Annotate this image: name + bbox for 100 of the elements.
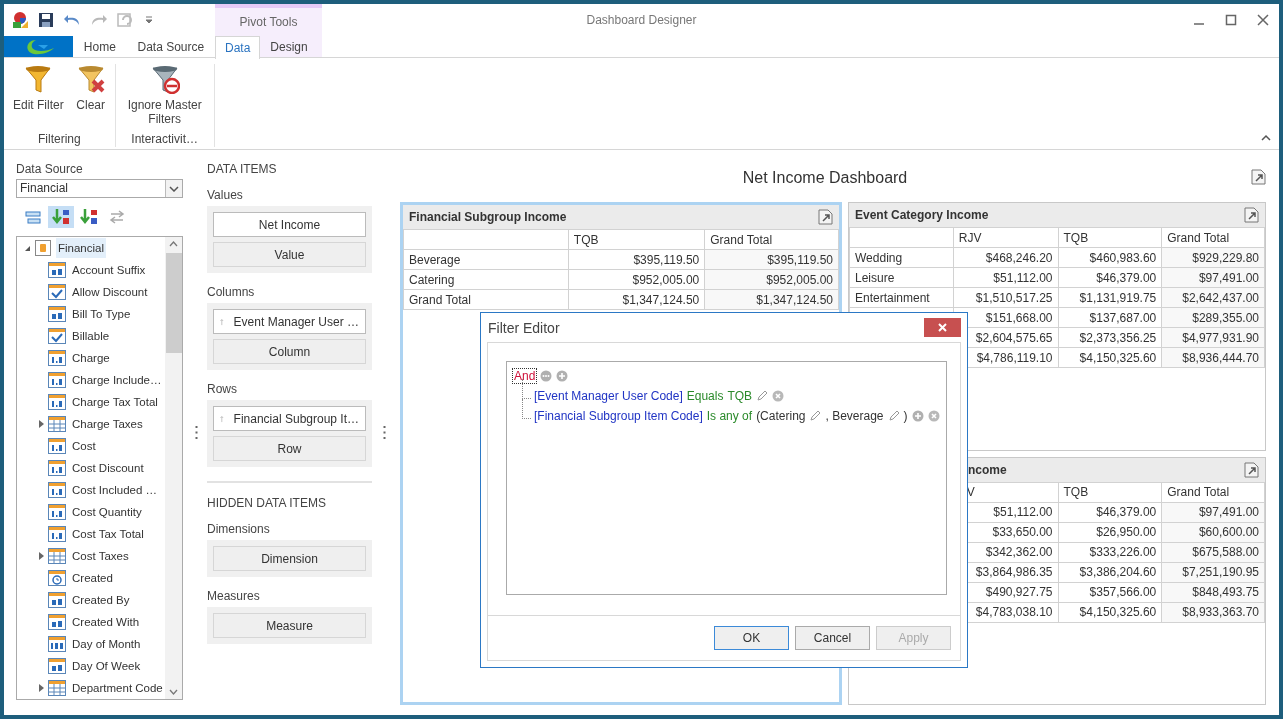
operator-link[interactable]: Is any of bbox=[706, 409, 753, 423]
pencil-icon[interactable] bbox=[809, 410, 822, 422]
tree-item[interactable]: Cost Taxes bbox=[70, 546, 131, 566]
table-cell: $26,950.00 bbox=[1058, 522, 1162, 542]
pencil-icon[interactable] bbox=[887, 410, 900, 422]
close-icon[interactable] bbox=[1257, 14, 1269, 26]
tree-item[interactable]: Created bbox=[70, 568, 115, 588]
tree-item[interactable]: Bill To Type bbox=[70, 304, 133, 324]
export-icon[interactable] bbox=[1243, 461, 1259, 478]
data-item[interactable]: Event Manager User … bbox=[213, 309, 366, 334]
maximize-icon[interactable] bbox=[1225, 14, 1237, 26]
tree-item[interactable]: Charge Taxes bbox=[70, 414, 145, 434]
table-cell: $51,112.00 bbox=[953, 267, 1059, 288]
ribbon-button[interactable]: Edit Filter bbox=[8, 64, 69, 131]
funnel-icon bbox=[23, 64, 54, 94]
funnel-block-icon bbox=[149, 64, 180, 94]
scroll-thumb[interactable] bbox=[165, 253, 182, 353]
table-icon bbox=[48, 416, 66, 432]
data-item[interactable]: Financial Subgroup It… bbox=[213, 406, 366, 431]
scrollbar[interactable] bbox=[165, 237, 182, 699]
collapsed-arrow-icon[interactable] bbox=[38, 552, 44, 560]
number-field-icon bbox=[48, 350, 66, 366]
tree-item[interactable]: Department Code bbox=[70, 678, 165, 698]
tree-item[interactable]: Day of Month bbox=[70, 634, 143, 654]
value-text[interactable]: , Beverage bbox=[825, 409, 884, 423]
placeholder-slot[interactable]: Measure bbox=[213, 613, 366, 638]
dialog-button[interactable]: Cancel bbox=[795, 626, 870, 650]
data-source-dropdown[interactable]: Financial bbox=[16, 179, 183, 198]
group-caption: Interactivit… bbox=[130, 131, 200, 147]
table-cell: $1,347,124.50 bbox=[568, 289, 705, 310]
save-icon[interactable] bbox=[38, 12, 54, 28]
swap-icon bbox=[108, 209, 126, 225]
operator-link[interactable]: Equals bbox=[686, 389, 724, 403]
ribbon-tab[interactable]: Data bbox=[215, 36, 261, 59]
pencil-icon[interactable] bbox=[756, 390, 769, 402]
dialog-button: Apply bbox=[876, 626, 951, 650]
section-heading: HIDDEN DATA ITEMS bbox=[207, 496, 327, 510]
group-caption: Filtering bbox=[37, 131, 82, 147]
tree-item[interactable]: Account Suffix bbox=[70, 260, 148, 280]
ribbon-tab[interactable]: Home bbox=[73, 36, 126, 57]
row-header: Catering bbox=[403, 269, 569, 290]
collapsed-arrow-icon[interactable] bbox=[38, 684, 44, 692]
grip-icon[interactable] bbox=[382, 426, 386, 439]
data-item[interactable]: Net Income bbox=[213, 212, 366, 237]
tree-item[interactable]: Day Of Week bbox=[70, 656, 143, 676]
value-text[interactable]: ) bbox=[903, 409, 908, 423]
column-header: Grand Total bbox=[1161, 482, 1265, 502]
table-cell: $2,373,356.25 bbox=[1058, 327, 1162, 348]
row-header: Leisure bbox=[849, 267, 954, 288]
tree-item[interactable]: Charge Include… bbox=[70, 370, 164, 390]
ribbon-tab[interactable]: Data Source bbox=[127, 36, 215, 57]
ribbon-button[interactable]: Clear bbox=[70, 64, 111, 131]
value-text[interactable]: TQB bbox=[727, 389, 753, 403]
funnel-clear-icon bbox=[75, 64, 106, 94]
window-title: Dashboard Designer bbox=[586, 13, 697, 27]
tree-item[interactable]: Charge Tax Total bbox=[70, 392, 160, 412]
collapsed-arrow-icon[interactable] bbox=[38, 420, 44, 428]
ribbon-button[interactable]: Ignore Master Filters bbox=[119, 64, 210, 131]
tree-item[interactable]: Created By bbox=[70, 590, 132, 610]
table-cell: $1,510,517.25 bbox=[953, 287, 1059, 308]
tree-item[interactable]: Allow Discount bbox=[70, 282, 150, 302]
undo-icon[interactable] bbox=[63, 13, 81, 27]
tree-item[interactable]: Cost Included … bbox=[70, 480, 159, 500]
close-button[interactable] bbox=[924, 318, 961, 337]
field-name[interactable]: [Event Manager User Code] bbox=[534, 389, 683, 403]
export-icon[interactable] bbox=[1243, 207, 1259, 223]
export-icon[interactable] bbox=[817, 209, 833, 225]
placeholder-slot[interactable]: Column bbox=[213, 339, 366, 364]
table-cell: $46,379.00 bbox=[1058, 267, 1162, 288]
tree-item[interactable]: Charge bbox=[70, 348, 112, 368]
expanded-arrow-icon[interactable] bbox=[23, 244, 31, 252]
toolbar-button[interactable] bbox=[48, 206, 74, 228]
tree-item[interactable]: Cost bbox=[70, 436, 98, 456]
grip-icon[interactable] bbox=[194, 426, 198, 439]
tree-item[interactable]: Cost Quantity bbox=[70, 502, 144, 522]
tree-item[interactable]: Financial bbox=[56, 238, 107, 258]
text-field-icon bbox=[48, 306, 66, 322]
panel-title: Financial Subgroup Income bbox=[409, 210, 567, 224]
field-name[interactable]: [Financial Subgroup Item Code] bbox=[534, 409, 703, 423]
column-header: Grand Total bbox=[704, 229, 839, 250]
placeholder-slot[interactable]: Dimension bbox=[213, 546, 366, 571]
export-icon[interactable] bbox=[1250, 168, 1266, 185]
placeholder-slot[interactable]: Row bbox=[213, 436, 366, 461]
database-icon bbox=[34, 240, 52, 256]
tree-item[interactable]: Billable bbox=[70, 326, 112, 346]
scroll-up-icon bbox=[169, 241, 178, 247]
table-cell: $1,131,919.75 bbox=[1058, 287, 1162, 308]
application-button[interactable] bbox=[4, 36, 73, 57]
table-cell: $460,983.60 bbox=[1058, 247, 1162, 268]
value-text[interactable]: (Catering bbox=[756, 409, 806, 423]
customize-icon[interactable] bbox=[144, 15, 154, 25]
dialog-button[interactable]: OK bbox=[714, 626, 789, 650]
panel-title: Event Category Income bbox=[855, 208, 989, 222]
tree-item[interactable]: Created With bbox=[70, 612, 142, 632]
placeholder-slot[interactable]: Value bbox=[213, 242, 366, 267]
tree-item[interactable]: Cost Tax Total bbox=[70, 524, 146, 544]
scroll-down-icon bbox=[169, 689, 178, 695]
group-operator[interactable]: And bbox=[513, 369, 537, 383]
tree-item[interactable]: Cost Discount bbox=[70, 458, 146, 478]
collapse-ribbon-icon[interactable] bbox=[1261, 134, 1271, 142]
